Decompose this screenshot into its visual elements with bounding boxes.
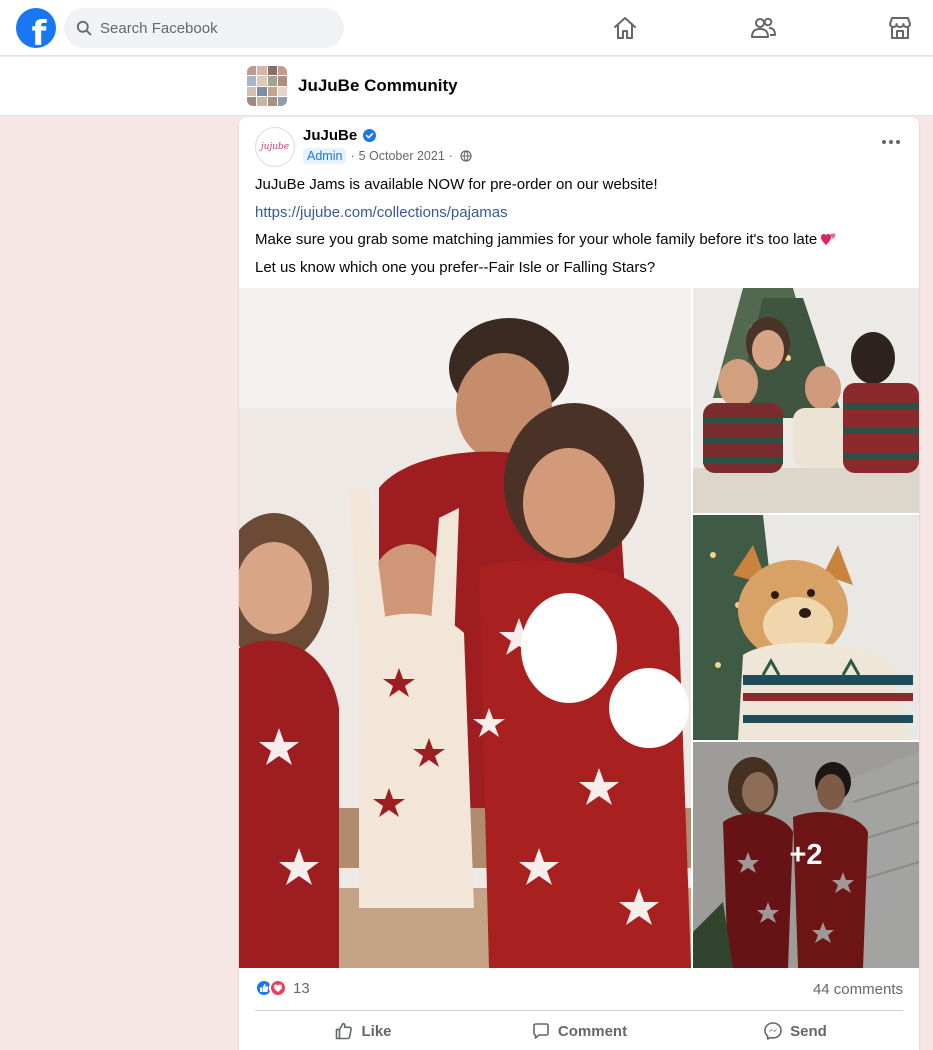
post-line-4: Let us know which one you prefer--Fair I… [255,258,656,276]
comments-count[interactable]: 44 comments [813,981,903,998]
photo-2[interactable] [693,288,919,513]
post-text: JuJuBe Jams is available NOW for pre-ord… [255,175,905,285]
author-name[interactable]: JuJuBe [303,127,357,144]
avatar-logo-text: jujube [260,142,290,152]
like-icon [336,1022,353,1040]
facebook-logo-letter: f [31,14,47,48]
more-dot [889,140,893,144]
admin-badge: Admin [303,148,347,164]
comment-icon [533,1023,549,1039]
send-label: Send [790,1022,827,1040]
more-photos-count: +2 [789,838,823,871]
post-line-3: Make sure you grab some matching jammies… [255,230,905,250]
globe-icon[interactable] [460,150,472,162]
facebook-logo[interactable]: f [16,8,56,48]
group-header-bar: JuJuBe Community [0,57,933,116]
action-divider [255,1010,903,1011]
dog-sweater-image [693,515,919,740]
home-icon[interactable] [611,14,639,42]
comment-label: Comment [557,1022,628,1040]
photo-main[interactable] [239,288,691,968]
meta-separator: · [350,149,355,163]
reactions-summary[interactable]: 13 [255,979,310,997]
photo-4[interactable]: +2 [693,742,919,968]
meta-separator: · [448,149,453,163]
two-hearts-emoji-icon [821,233,836,245]
more-dot [896,140,900,144]
post-line-1: JuJuBe Jams is available NOW for pre-ord… [255,176,658,193]
more-photos-overlay[interactable]: +2 [693,742,919,968]
send-button[interactable]: Send [687,1015,903,1047]
top-navigation-bar: f [0,0,933,56]
page-avatar[interactable]: jujube [255,127,295,167]
group-avatar[interactable] [247,66,287,106]
post-meta: Admin · 5 October 2021 · [303,148,472,164]
post-link[interactable]: https://jujube.com/collections/pajamas [255,204,508,221]
verified-badge-icon [363,129,377,142]
family-fair-isle-pajamas-image [693,288,919,513]
post-date[interactable]: 5 October 2021 [359,149,445,163]
search-box[interactable] [64,8,344,48]
post-line-3-text: Make sure you grab some matching jammies… [255,231,818,248]
like-button[interactable]: Like [255,1015,471,1047]
search-icon [76,20,92,36]
family-star-pajamas-image [239,288,691,968]
more-dot [882,140,886,144]
search-input[interactable] [100,19,320,37]
photo-grid: +2 [239,288,919,968]
photo-3[interactable] [693,515,919,740]
groups-icon[interactable] [749,14,777,42]
like-label: Like [361,1022,392,1040]
love-reaction-icon [269,979,287,997]
post-actions: Like Comment Send [255,1015,903,1047]
group-name[interactable]: JuJuBe Community [298,76,458,96]
reactions-count: 13 [293,979,310,997]
comment-button[interactable]: Comment [471,1015,687,1047]
post-card: jujube JuJuBe Admin · 5 October 2021 · J… [239,117,919,1050]
messenger-icon [764,1022,782,1040]
post-author: JuJuBe [303,127,377,144]
more-options-button[interactable] [879,135,903,149]
marketplace-icon[interactable] [886,14,914,42]
